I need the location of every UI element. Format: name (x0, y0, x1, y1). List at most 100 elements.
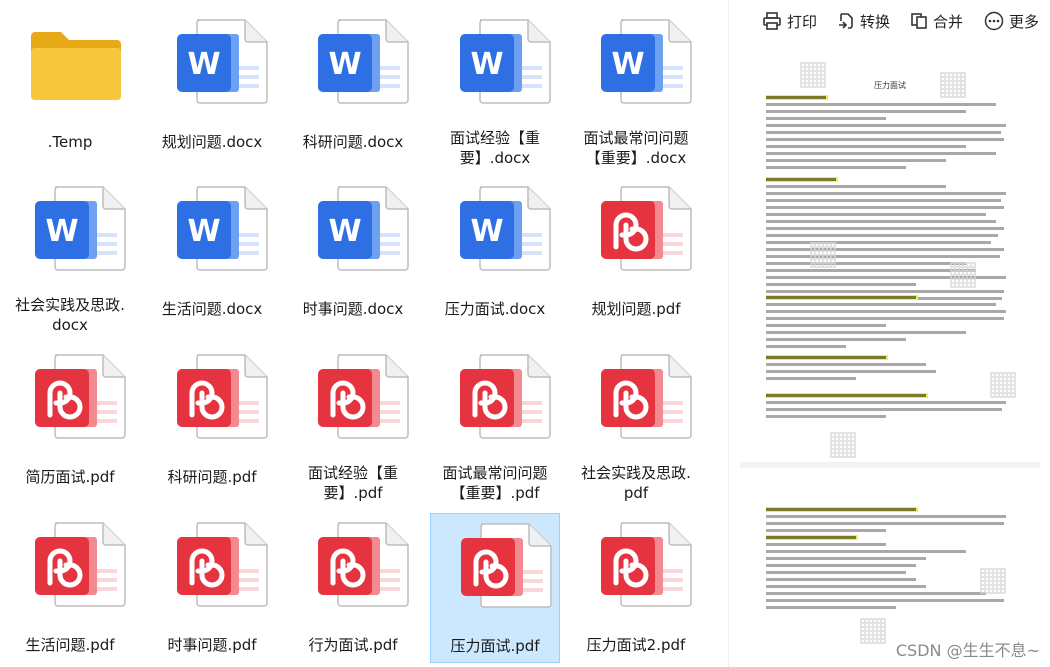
print-label: 打印 (787, 12, 818, 31)
qr-watermark (830, 432, 856, 458)
svg-text:W: W (611, 47, 644, 82)
file-tile[interactable]: 行为面试.pdf (288, 513, 418, 663)
file-icon: W (601, 18, 701, 104)
document-preview[interactable]: 压力面试 (740, 42, 1040, 667)
file-name: 压力面试.docx (444, 300, 546, 318)
text-line (766, 192, 1006, 195)
file-icon: W (460, 18, 560, 104)
text-line (766, 592, 986, 595)
file-name: 生活问题.pdf (25, 636, 115, 654)
file-tile[interactable]: W 科研问题.docx (288, 10, 418, 160)
text-line (766, 522, 1004, 525)
text-line (766, 571, 906, 574)
svg-text:W: W (470, 47, 503, 82)
text-line (766, 178, 836, 181)
file-icon (318, 353, 418, 439)
qr-watermark (860, 618, 886, 644)
file-name: 规划问题.docx (161, 133, 263, 151)
file-tile[interactable]: W 面试经验【重 要】.docx (430, 10, 560, 167)
print-button[interactable]: 打印 (762, 9, 817, 33)
pdf-doc-icon (601, 186, 692, 271)
text-line (766, 356, 886, 359)
printer-icon (763, 12, 781, 30)
file-name: 社会实践及思政. docx (15, 296, 125, 334)
svg-text:W: W (45, 214, 78, 249)
text-line (766, 283, 916, 286)
text-line (766, 345, 846, 348)
word-doc-icon: W (601, 19, 692, 104)
text-line (766, 536, 856, 539)
word-doc-icon: W (318, 19, 409, 104)
qr-watermark (950, 262, 976, 288)
text-line (766, 220, 996, 223)
text-line (766, 317, 1004, 320)
text-line (766, 363, 926, 366)
svg-text:W: W (328, 214, 361, 249)
file-icon (460, 353, 560, 439)
file-icon: W (35, 185, 135, 271)
text-line (766, 213, 986, 216)
text-line (766, 199, 1001, 202)
text-line (766, 578, 916, 581)
file-tile[interactable]: W 规划问题.docx (147, 10, 277, 160)
file-tile[interactable]: W 社会实践及思政. docx (5, 177, 135, 334)
merge-button[interactable]: 合并 (910, 9, 963, 33)
file-grid: .Temp W 规划问题.docx W 科研问题.docx W 面试经验【重 要… (0, 0, 725, 667)
file-icon (461, 522, 561, 608)
text-line (766, 564, 916, 567)
file-name: 时事问题.docx (302, 300, 404, 318)
qr-watermark (940, 72, 966, 98)
file-name: 生活问题.docx (161, 300, 263, 318)
file-tile[interactable]: 压力面试.pdf (430, 513, 560, 663)
text-line (766, 310, 1006, 313)
file-icon: W (460, 185, 560, 271)
text-line (766, 145, 966, 148)
file-name: 社会实践及思政. pdf (581, 464, 691, 502)
text-line (766, 152, 996, 155)
more-label: 更多 (1009, 12, 1040, 31)
file-icon: W (318, 185, 418, 271)
file-tile[interactable]: W 生活问题.docx (147, 177, 277, 327)
file-name: 面试经验【重 要】.pdf (307, 464, 398, 502)
file-tile[interactable]: W 压力面试.docx (430, 177, 560, 327)
file-tile[interactable]: 科研问题.pdf (147, 345, 277, 495)
file-tile[interactable]: 压力面试2.pdf (571, 513, 701, 663)
pdf-doc-icon (318, 354, 409, 439)
convert-button[interactable]: 转换 (837, 9, 890, 33)
pdf-doc-icon (177, 522, 268, 607)
text-line (766, 185, 946, 188)
text-line (766, 248, 1004, 251)
svg-text:W: W (187, 214, 220, 249)
file-name: 规划问题.pdf (591, 300, 681, 318)
qr-watermark (990, 372, 1016, 398)
file-icon: W (177, 18, 277, 104)
text-line (766, 262, 966, 265)
file-icon (177, 521, 277, 607)
file-tile[interactable]: 规划问题.pdf (571, 177, 701, 327)
file-tile[interactable]: W 时事问题.docx (288, 177, 418, 327)
file-name: 面试经验【重 要】.docx (449, 129, 540, 167)
file-tile[interactable]: 社会实践及思政. pdf (571, 345, 701, 502)
pdf-doc-icon (461, 523, 552, 608)
text-line (766, 159, 946, 162)
file-name: 科研问题.pdf (167, 468, 257, 486)
svg-text:W: W (328, 47, 361, 82)
file-tile[interactable]: 面试最常问问题 【重要】.pdf (430, 345, 560, 502)
file-tile[interactable]: W 面试最常问问题 【重要】.docx (571, 10, 701, 167)
text-line (766, 227, 1004, 230)
more-button[interactable]: 更多 (984, 9, 1039, 33)
text-line (766, 103, 996, 106)
pdf-doc-icon (601, 522, 692, 607)
file-icon (35, 353, 135, 439)
text-line (766, 131, 1001, 134)
text-line (766, 585, 926, 588)
file-icon (27, 18, 127, 104)
word-doc-icon: W (177, 19, 268, 104)
text-line (766, 529, 886, 532)
file-tile[interactable]: 面试经验【重 要】.pdf (288, 345, 418, 502)
file-tile[interactable]: 简历面试.pdf (5, 345, 135, 495)
file-tile[interactable]: .Temp (5, 10, 135, 160)
text-line (766, 124, 1006, 127)
file-tile[interactable]: 生活问题.pdf (5, 513, 135, 663)
file-tile[interactable]: 时事问题.pdf (147, 513, 277, 663)
